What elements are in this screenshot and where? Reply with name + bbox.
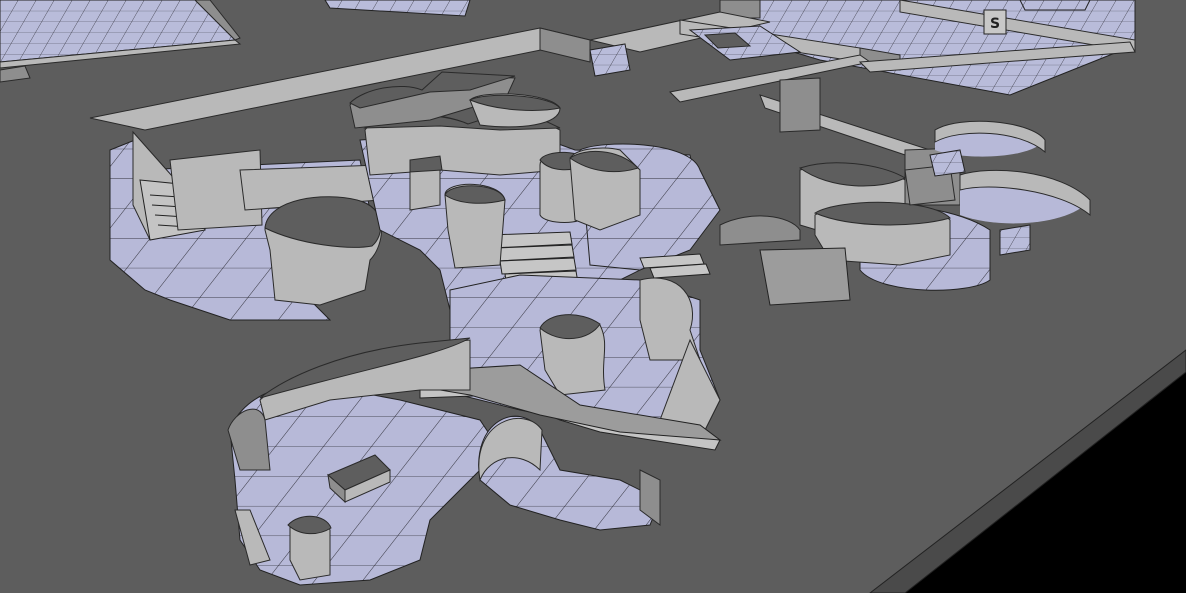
start-marker-label: S	[990, 16, 1000, 32]
start-marker-icon: S	[983, 9, 1007, 35]
3d-viewport[interactable]: S	[0, 0, 1186, 593]
dungeon-map-render: S	[0, 0, 1186, 593]
